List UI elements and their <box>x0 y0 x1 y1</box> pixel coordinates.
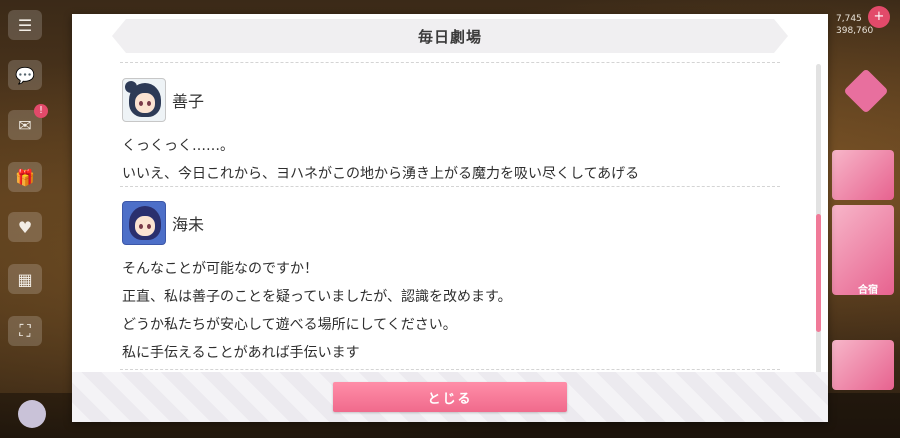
camp-label: 合宿 <box>858 285 878 296</box>
expand-icon[interactable]: ⛶ <box>8 316 42 346</box>
dialogue-line: そんなことが可能なのですか！ <box>122 261 318 277</box>
plus-icon[interactable]: + <box>868 6 890 28</box>
dialogue-line: くっくっく……。 <box>122 138 234 154</box>
close-button-label: とじる <box>427 391 473 407</box>
close-button[interactable]: とじる <box>333 382 567 412</box>
title-bar: 毎日劇場 <box>112 19 788 53</box>
scrollbar-thumb[interactable] <box>816 214 821 332</box>
avatar[interactable] <box>18 400 46 428</box>
dialogue-lines: そんなことが可能なのですか！ 正直、私は善子のことを疑っていましたが、認識を改め… <box>122 255 512 367</box>
umi-portrait-icon <box>122 201 166 245</box>
menu-icon[interactable]: ☰ <box>8 10 42 40</box>
divider <box>120 62 780 63</box>
left-menu-rail: ☰ 💬 ✉ ! 🎁 ♥ ▦ ⛶ <box>0 0 50 438</box>
gift-icon[interactable]: 🎁 <box>8 162 42 192</box>
dialogue-lines: くっくっく……。 いいえ、今日これから、ヨハネがこの地から湧き上がる魔力を吸い尽… <box>122 132 639 188</box>
scrollbar[interactable] <box>816 64 821 382</box>
notification-badge: ! <box>34 104 48 118</box>
dialogue-list[interactable]: 善子 くっくっく……。 いいえ、今日これから、ヨハネがこの地から湧き上がる魔力を… <box>120 64 780 370</box>
speaker: 海未 <box>122 201 204 245</box>
dialogue-line: どうか私たちが安心して遊べる場所にしてください。 <box>122 317 457 333</box>
currency-top: 7,745 <box>836 14 862 24</box>
dialogue-entry: 善子 くっくっく……。 いいえ、今日これから、ヨハネがこの地から湧き上がる魔力を… <box>120 64 780 187</box>
dialogue-line: 私に手伝えることがあれば手伝います <box>122 345 360 361</box>
yoshiko-portrait-icon <box>122 78 166 122</box>
speaker-name: 善子 <box>172 92 205 111</box>
speaker: 善子 <box>122 78 204 122</box>
speaker-name: 海未 <box>172 215 205 234</box>
dialogue-line: いいえ、今日これから、ヨハネがこの地から湧き上がる魔力を吸い尽くしてあげる <box>122 166 640 182</box>
heart-icon[interactable]: ♥ <box>8 212 42 242</box>
dialogue-entry: 海未 そんなことが可能なのですか！ 正直、私は善子のことを疑っていましたが、認識… <box>120 187 780 370</box>
currency-bottom: 398,760 <box>836 26 874 36</box>
gallery-icon[interactable]: ▦ <box>8 264 42 294</box>
side-banner[interactable] <box>832 340 894 390</box>
dialog-title: 毎日劇場 <box>417 27 482 46</box>
event-banner[interactable] <box>832 150 894 200</box>
chat-icon[interactable]: 💬 <box>8 60 42 90</box>
dialogue-line: 正直、私は善子のことを疑っていましたが、認識を改めます。 <box>122 289 512 305</box>
daily-theater-dialog: 毎日劇場 善子 くっくっく……。 いいえ、今日これから、ヨハネがこの地から湧き上… <box>72 14 828 422</box>
